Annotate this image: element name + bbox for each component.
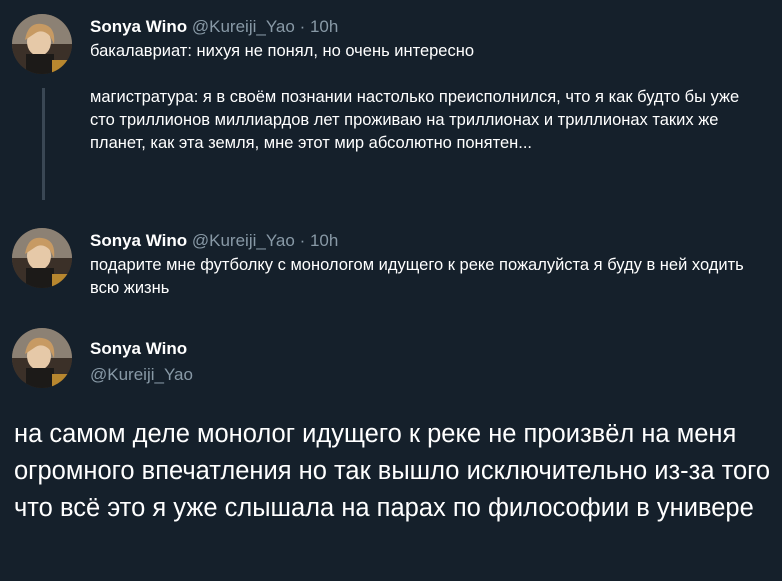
avatar-photo-icon bbox=[12, 14, 72, 74]
tweet-paragraph: магистратура: я в своём познании настоль… bbox=[90, 88, 740, 152]
separator: · bbox=[299, 231, 306, 250]
user-handle[interactable]: @Kureiji_Yao bbox=[192, 17, 295, 36]
tweet[interactable]: Sonya Wino @Kureiji_Yao · 10h бакалавриа… bbox=[90, 16, 764, 155]
tweet-header: Sonya Wino @Kureiji_Yao · 10h bbox=[90, 230, 764, 252]
user-handle[interactable]: @Kureiji_Yao bbox=[192, 231, 295, 250]
thread-line bbox=[42, 88, 45, 200]
avatar[interactable] bbox=[12, 14, 72, 74]
tweet-header: Sonya Wino @Kureiji_Yao · 10h bbox=[90, 16, 764, 38]
tweet-paragraph: бакалавриат: нихуя не понял, но очень ин… bbox=[90, 42, 475, 60]
display-name[interactable]: Sonya Wino bbox=[90, 17, 187, 36]
avatar-photo-icon bbox=[12, 328, 72, 388]
user-handle[interactable]: @Kureiji_Yao bbox=[90, 364, 193, 386]
avatar[interactable] bbox=[12, 328, 72, 388]
tweet-text: бакалавриат: нихуя не понял, но очень ин… bbox=[90, 40, 764, 155]
timestamp[interactable]: 10h bbox=[310, 231, 338, 250]
display-name[interactable]: Sonya Wino bbox=[90, 231, 187, 250]
avatar[interactable] bbox=[12, 228, 72, 288]
tweet-paragraph: подарите мне футболку с монологом идущег… bbox=[90, 256, 744, 297]
tweet[interactable]: Sonya Wino @Kureiji_Yao · 10h подарите м… bbox=[90, 230, 764, 300]
separator: · bbox=[299, 17, 306, 36]
timestamp[interactable]: 10h bbox=[310, 17, 338, 36]
avatar-photo-icon bbox=[12, 228, 72, 288]
main-tweet-text: на самом деле монолог идущего к реке не … bbox=[14, 420, 771, 522]
display-name[interactable]: Sonya Wino bbox=[90, 338, 187, 360]
tweet-text: подарите мне футболку с монологом идущег… bbox=[90, 254, 764, 300]
